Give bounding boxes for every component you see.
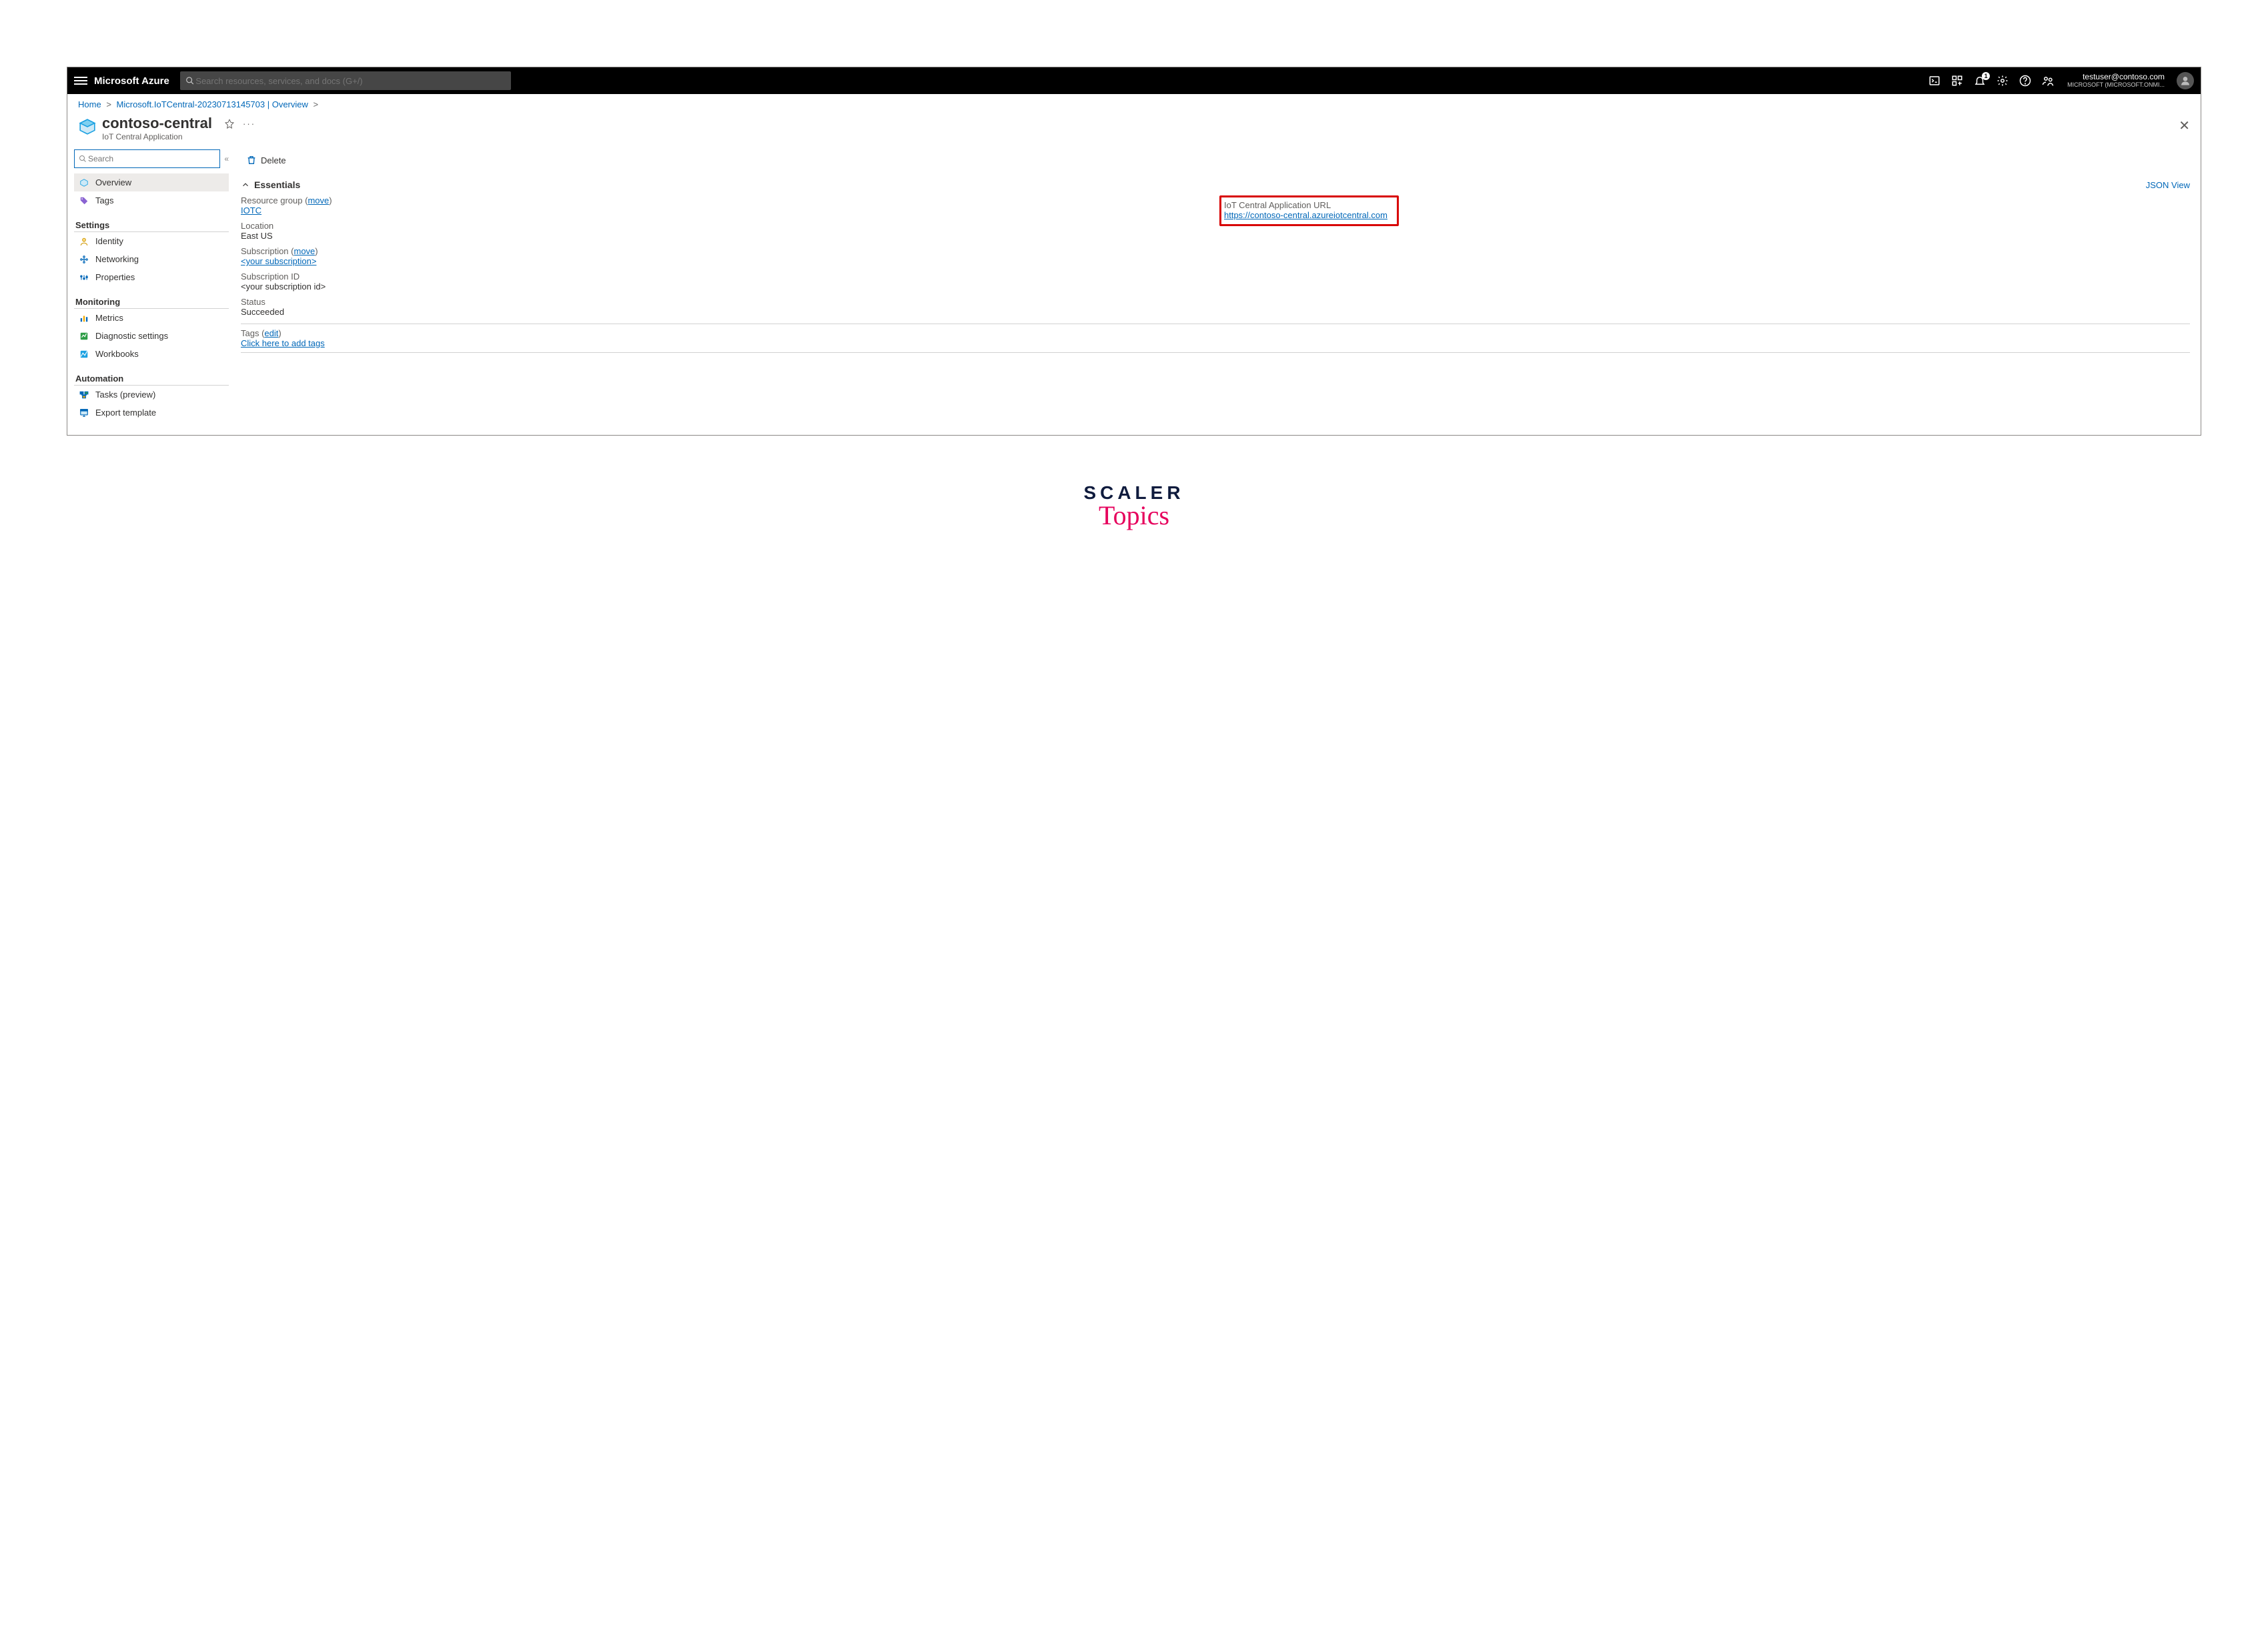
close-blade-icon[interactable]: ✕ (2179, 117, 2190, 134)
nav-label: Metrics (95, 313, 123, 323)
nav-metrics[interactable]: Metrics (74, 309, 229, 327)
nav-export-template[interactable]: Export template (74, 404, 229, 422)
command-bar: Delete (241, 151, 2190, 174)
resource-type-label: IoT Central Application (102, 132, 212, 141)
subscription-id-label: Subscription ID (241, 271, 1211, 282)
account-email: testuser@contoso.com (2067, 73, 2165, 81)
scaler-topics-text: Topics (67, 500, 2201, 531)
properties-icon (79, 273, 89, 282)
resource-menu: « Overview Tags Settings (67, 147, 235, 435)
nav-diagnostic-settings[interactable]: Diagnostic settings (74, 327, 229, 345)
subscription-label: Subscription (241, 246, 289, 256)
collapse-menu-icon[interactable]: « (224, 154, 229, 163)
resource-group-move-link[interactable]: move (308, 195, 329, 205)
nav-networking[interactable]: Networking (74, 250, 229, 268)
page-title: contoso-central (102, 115, 212, 132)
nav-tasks[interactable]: Tasks (preview) (74, 386, 229, 404)
identity-icon (79, 237, 89, 246)
nav-tags[interactable]: Tags (74, 191, 229, 209)
nav-label: Diagnostic settings (95, 331, 168, 341)
help-icon[interactable] (2019, 75, 2031, 87)
cloud-shell-icon[interactable] (1928, 75, 1940, 87)
breadcrumb-overview[interactable]: Microsoft.IoTCentral-20230713145703 | Ov… (117, 99, 308, 109)
nav-group-monitoring: Monitoring (74, 290, 229, 309)
notifications-icon[interactable]: 1 (1974, 75, 1986, 87)
nav-label: Workbooks (95, 349, 139, 359)
app-url-value[interactable]: https://contoso-central.azureiotcentral.… (1224, 210, 1387, 220)
metrics-icon (79, 314, 89, 323)
nav-overview[interactable]: Overview (74, 173, 229, 191)
subscription-value[interactable]: <your subscription> (241, 256, 316, 266)
resource-type-icon (78, 117, 97, 136)
nav-label: Tasks (preview) (95, 390, 155, 400)
nav-label: Overview (95, 177, 131, 187)
tags-label: Tags (241, 328, 259, 338)
tasks-icon (79, 390, 89, 400)
subscription-move-link[interactable]: move (294, 246, 316, 256)
overview-icon (79, 178, 89, 187)
nav-label: Properties (95, 272, 135, 282)
location-value: East US (241, 231, 1211, 241)
delete-label: Delete (261, 155, 286, 165)
main-content: Delete Essentials JSON View Resource gro… (235, 147, 2201, 435)
more-commands-icon[interactable]: ··· (243, 119, 255, 129)
subscription-id-value: <your subscription id> (241, 282, 1211, 292)
global-search-input[interactable] (194, 75, 506, 87)
hamburger-menu-icon[interactable] (74, 77, 87, 85)
trash-icon (246, 155, 257, 165)
avatar[interactable] (2177, 72, 2194, 89)
app-url-label: IoT Central Application URL (1224, 200, 1387, 210)
search-icon (185, 76, 194, 85)
resource-menu-search-input[interactable] (87, 153, 215, 164)
title-row: contoso-central IoT Central Application … (67, 115, 2201, 147)
nav-label: Tags (95, 195, 113, 205)
app-url-highlight: IoT Central Application URL https://cont… (1219, 195, 1399, 226)
nav-workbooks[interactable]: Workbooks (74, 345, 229, 363)
breadcrumb-home[interactable]: Home (78, 99, 101, 109)
export-template-icon (79, 408, 89, 418)
delete-button[interactable]: Delete (241, 152, 292, 168)
diagnostic-icon (79, 332, 89, 341)
nav-group-settings: Settings (74, 213, 229, 232)
settings-gear-icon[interactable] (1997, 75, 2009, 87)
location-label: Location (241, 221, 1211, 231)
nav-label: Identity (95, 236, 123, 246)
networking-icon (79, 255, 89, 264)
feedback-icon[interactable] (2042, 75, 2054, 87)
brand-label: Microsoft Azure (94, 75, 169, 87)
breadcrumb: Home > Microsoft.IoTCentral-202307131457… (67, 94, 2201, 115)
resource-group-label: Resource group (241, 195, 303, 205)
notifications-badge: 1 (1982, 72, 1990, 80)
global-search[interactable] (180, 71, 511, 90)
workbooks-icon (79, 350, 89, 359)
directory-filter-icon[interactable] (1951, 75, 1963, 87)
search-icon (79, 155, 87, 163)
essentials-header[interactable]: Essentials JSON View (241, 174, 2190, 195)
status-label: Status (241, 297, 1211, 307)
account-block[interactable]: testuser@contoso.com MICROSOFT (MICROSOF… (2067, 73, 2165, 88)
nav-properties[interactable]: Properties (74, 268, 229, 286)
json-view-link[interactable]: JSON View (2146, 180, 2190, 190)
essentials-title: Essentials (254, 179, 300, 190)
nav-identity[interactable]: Identity (74, 232, 229, 250)
nav-group-automation: Automation (74, 367, 229, 386)
tags-add-link[interactable]: Click here to add tags (241, 338, 325, 348)
chevron-up-icon (241, 180, 250, 189)
status-value: Succeeded (241, 307, 1211, 317)
scaler-logo: SCALER Topics (67, 482, 2201, 531)
resource-menu-search[interactable] (74, 149, 220, 168)
tags-edit-link[interactable]: edit (264, 328, 278, 338)
tag-icon (79, 196, 89, 205)
resource-group-value[interactable]: IOTC (241, 205, 261, 215)
top-icon-strip: 1 (1928, 75, 2054, 87)
account-tenant: MICROSOFT (MICROSOFT.ONMI... (2067, 82, 2165, 89)
top-bar: Microsoft Azure 1 (67, 67, 2201, 94)
nav-label: Networking (95, 254, 139, 264)
pin-icon[interactable] (224, 119, 235, 129)
nav-label: Export template (95, 408, 156, 418)
